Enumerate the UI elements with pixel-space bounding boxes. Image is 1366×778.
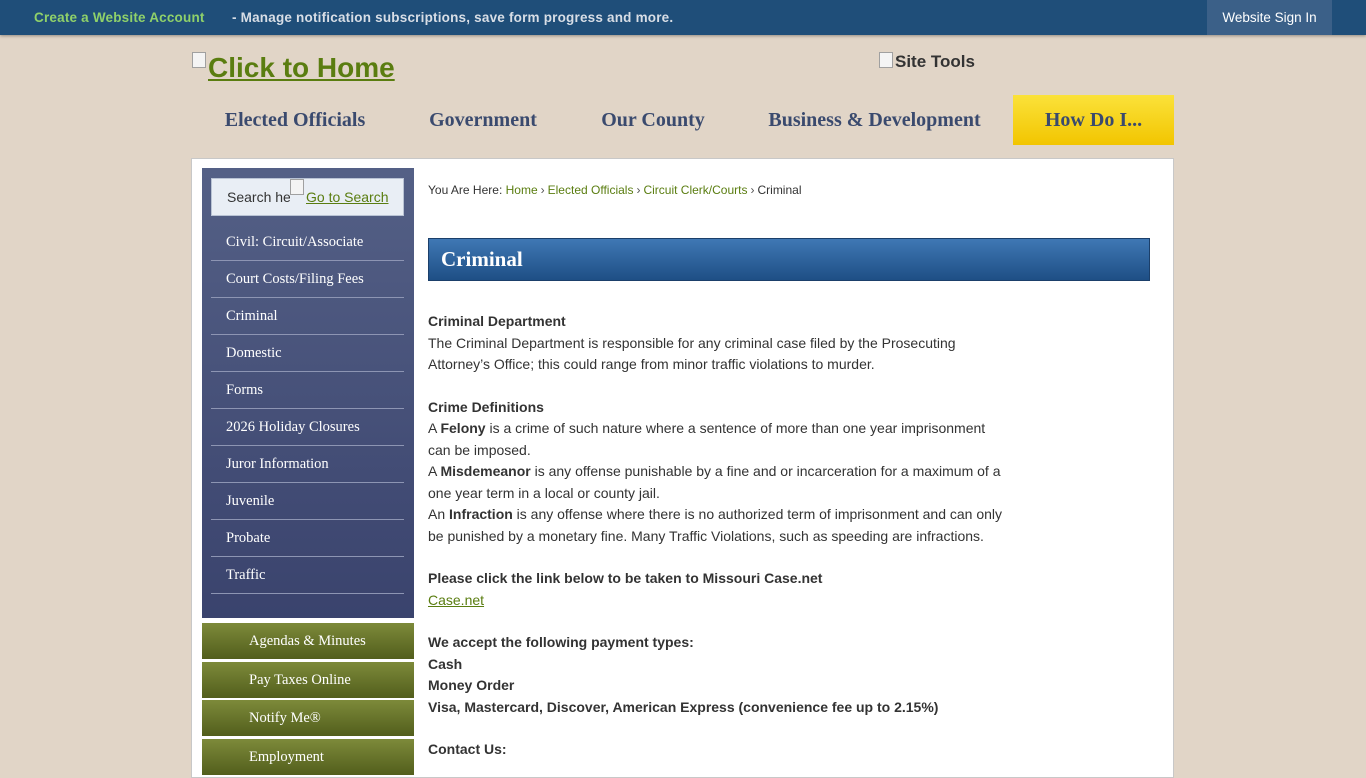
breadcrumb-circuit-clerk[interactable]: Circuit Clerk/Courts: [643, 183, 747, 197]
sidebar-item-civil[interactable]: Civil: Circuit/Associate: [211, 224, 404, 261]
payment-heading: We accept the following payment types:: [428, 634, 694, 650]
infraction-definition: An Infraction is any offense where there…: [428, 506, 1003, 544]
payment-money-order: Money Order: [428, 677, 515, 693]
sidebar-item-criminal[interactable]: Criminal: [211, 298, 404, 335]
casenet-link[interactable]: Case.net: [428, 592, 484, 608]
breadcrumb-elected-officials[interactable]: Elected Officials: [548, 183, 634, 197]
breadcrumb: You Are Here: Home › Elected Officials › Cir…: [428, 183, 802, 197]
page-title: Criminal: [428, 238, 1150, 281]
breadcrumb-prefix: You Are Here:: [428, 183, 503, 197]
notify-me-button[interactable]: Notify Me®: [202, 700, 414, 736]
sidebar-item-traffic[interactable]: Traffic: [211, 557, 404, 594]
sidebar-item-juror-information[interactable]: Juror Information: [211, 446, 404, 483]
dept-heading: Criminal Department: [428, 313, 566, 329]
sidebar-item-court-costs[interactable]: Court Costs/Filing Fees: [211, 261, 404, 298]
sidebar-item-domestic[interactable]: Domestic: [211, 335, 404, 372]
contact-heading: Contact Us:: [428, 741, 507, 757]
search-icon: [290, 179, 304, 195]
nav-how-do-i[interactable]: How Do I...: [1013, 95, 1174, 145]
breadcrumb-current: Criminal: [757, 183, 802, 197]
nav-elected-officials[interactable]: Elected Officials: [192, 95, 398, 145]
nav-business-development[interactable]: Business & Development: [738, 95, 1011, 145]
broken-image-icon: [192, 52, 206, 68]
sidebar-item-juvenile[interactable]: Juvenile: [211, 483, 404, 520]
sidebar-item-holiday-closures[interactable]: 2026 Holiday Closures: [211, 409, 404, 446]
create-account-link[interactable]: Create a Website Account: [34, 10, 205, 25]
side-navigation: Search he Go to Search Civil: Circuit/As…: [202, 168, 414, 618]
home-logo-link[interactable]: Click to Home: [192, 52, 395, 84]
infraction-term: Infraction: [449, 506, 513, 522]
misdemeanor-term: Misdemeanor: [440, 463, 531, 479]
defs-heading: Crime Definitions: [428, 398, 544, 415]
go-to-search-button[interactable]: Go to Search: [290, 179, 389, 215]
account-description: - Manage notification subscriptions, sav…: [232, 10, 674, 25]
nav-government[interactable]: Government: [398, 95, 568, 145]
site-tools-label: Site Tools: [895, 52, 975, 71]
breadcrumb-home[interactable]: Home: [506, 183, 538, 197]
search-input-text: Search he: [227, 189, 291, 205]
misdemeanor-definition: A Misdemeanor is any offense punishable …: [428, 463, 1001, 501]
dept-text: The Criminal Department is responsible f…: [428, 334, 956, 373]
pay-taxes-button[interactable]: Pay Taxes Online: [202, 662, 414, 698]
payment-cards: Visa, Mastercard, Discover, American Exp…: [428, 698, 939, 715]
felony-definition: A Felony is a crime of such nature where…: [428, 420, 986, 458]
casenet-heading: Please click the link below to be taken …: [428, 570, 823, 586]
broken-image-icon: [879, 52, 893, 68]
nav-our-county[interactable]: Our County: [568, 95, 738, 145]
payment-cash: Cash: [428, 655, 463, 672]
felony-term: Felony: [440, 420, 486, 436]
site-tools-button[interactable]: Site Tools: [879, 52, 975, 72]
top-bar: Create a Website Account - Manage notifi…: [0, 0, 1366, 35]
sidebar-item-forms[interactable]: Forms: [211, 372, 404, 409]
go-to-search-label: Go to Search: [306, 189, 389, 205]
agendas-minutes-button[interactable]: Agendas & Minutes: [202, 623, 414, 659]
home-link-label: Click to Home: [208, 52, 395, 83]
page-content: Criminal Department The Criminal Departm…: [428, 311, 1008, 761]
search-input[interactable]: Search he Go to Search: [211, 178, 404, 216]
sidebar-item-probate[interactable]: Probate: [211, 520, 404, 557]
main-navigation: Elected Officials Government Our County …: [192, 95, 1174, 145]
sign-in-button[interactable]: Website Sign In: [1207, 0, 1332, 35]
employment-button[interactable]: Employment: [202, 739, 414, 775]
